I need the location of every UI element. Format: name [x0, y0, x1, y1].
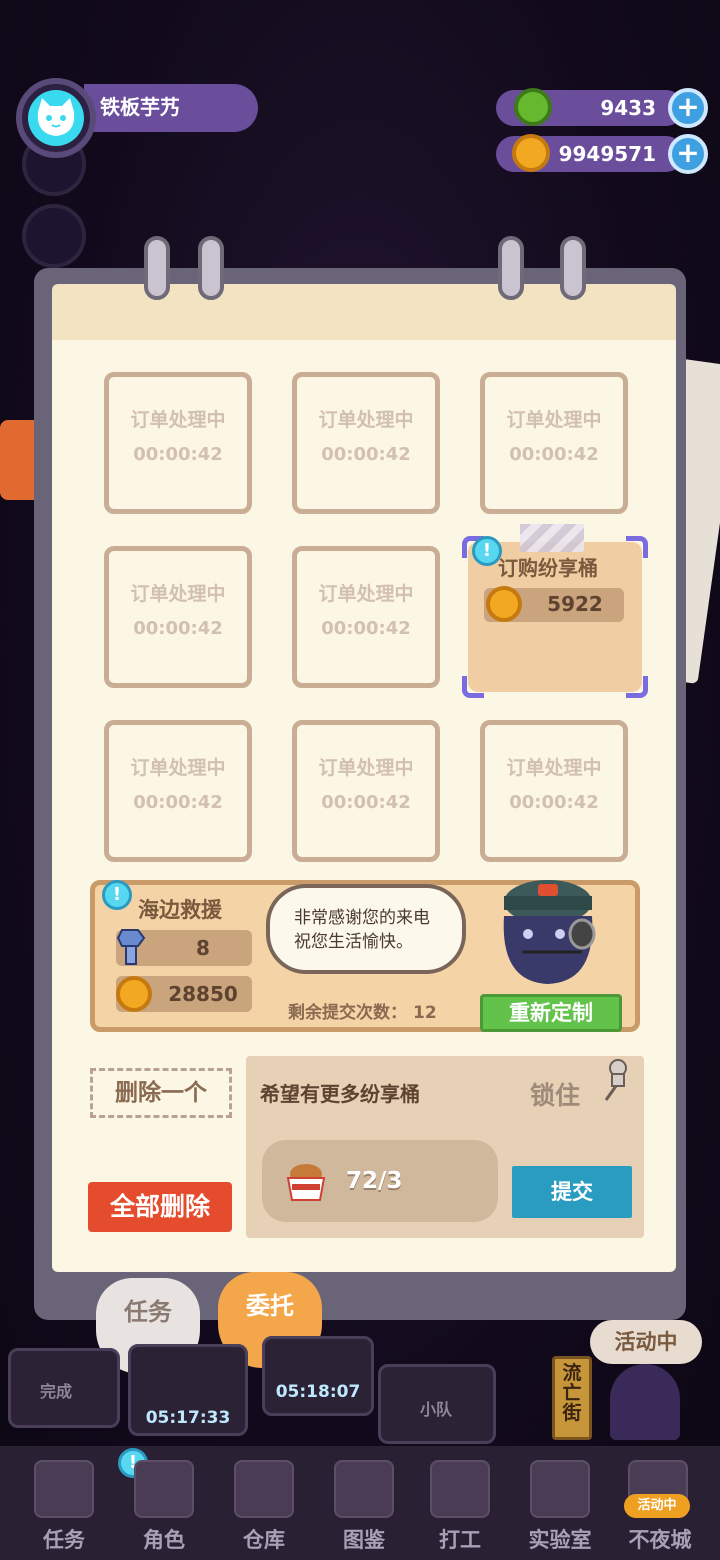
remaining-value: 12: [413, 1003, 437, 1023]
order-slot[interactable]: 订单处理中 00:00:42: [104, 720, 252, 862]
done-label: 完成: [40, 1382, 73, 1401]
team-label: 小队: [420, 1400, 453, 1419]
nav-item-warehouse[interactable]: 仓库: [214, 1524, 314, 1554]
alert-badge-icon: !: [102, 880, 132, 910]
dialog-line: 非常感谢您的来电: [294, 908, 430, 928]
nav-item-task[interactable]: 任务: [14, 1524, 114, 1554]
order-timer: 00:00:42: [321, 444, 411, 465]
tape-decoration: [520, 524, 584, 552]
chicken-bucket-icon: [282, 1160, 330, 1204]
binder-ring: [560, 236, 586, 300]
nav-item-codex[interactable]: 图鉴: [314, 1524, 414, 1554]
order-slot[interactable]: 订单处理中 00:00:42: [480, 372, 628, 514]
order-timer: 00:00:42: [509, 792, 599, 813]
request-item-count: 72/3: [346, 1168, 403, 1194]
binder-ring: [144, 236, 170, 300]
donut-icon: [514, 88, 552, 126]
order-slot[interactable]: 订单处理中 00:00:42: [104, 372, 252, 514]
planet-coin-icon: [486, 586, 522, 622]
event-badge: 活动中: [624, 1494, 690, 1518]
side-menu-button-gear[interactable]: [22, 204, 86, 268]
lock-toggle-label[interactable]: 锁住: [530, 1076, 580, 1112]
pin-icon[interactable]: [598, 1058, 632, 1102]
order-slot[interactable]: 订单处理中 00:00:42: [292, 372, 440, 514]
submit-button[interactable]: 提交: [512, 1166, 632, 1218]
recustomize-button[interactable]: 重新定制: [480, 994, 622, 1032]
order-status: 订单处理中: [318, 583, 414, 605]
room-timer: 05:18:07: [275, 1382, 361, 1402]
remaining-submissions: 剩余提交次数： 12: [288, 998, 437, 1023]
order-timer: 00:00:42: [133, 792, 223, 813]
order-status: 订单处理中: [130, 409, 226, 431]
street-sign[interactable]: 流亡街: [552, 1356, 592, 1440]
remaining-label: 剩余提交次数：: [288, 1003, 407, 1023]
event-banner[interactable]: 活动中: [590, 1320, 702, 1364]
active-order-title: 订购纷享桶: [498, 556, 598, 580]
room-timer: 05:17:33: [145, 1408, 231, 1428]
delete-all-button[interactable]: 全部删除: [88, 1182, 232, 1232]
order-timer: 00:00:42: [509, 444, 599, 465]
delete-one-button[interactable]: 删除一个: [90, 1068, 232, 1118]
planet-coin-icon: [512, 134, 550, 172]
order-timer: 00:00:42: [133, 618, 223, 639]
add-coin-button[interactable]: +: [668, 134, 708, 174]
order-slot[interactable]: 订单处理中 00:00:42: [104, 546, 252, 688]
npc-dialog-bubble: 非常感谢您的来电 祝您生活愉快。: [266, 884, 466, 974]
order-timer: 00:00:42: [321, 618, 411, 639]
order-slot[interactable]: 订单处理中 00:00:42: [292, 720, 440, 862]
character-icon[interactable]: [134, 1460, 194, 1518]
active-order-price: 5922: [547, 592, 603, 616]
planet-coin-icon: [116, 976, 152, 1012]
nav-item-work[interactable]: 打工: [410, 1524, 510, 1554]
order-timer: 00:00:42: [133, 444, 223, 465]
nav-item-lab[interactable]: 实验室: [510, 1524, 610, 1554]
lab-icon[interactable]: [530, 1460, 590, 1518]
binder-ring: [198, 236, 224, 300]
clipboard-icon[interactable]: [34, 1460, 94, 1518]
order-slot[interactable]: 订单处理中 00:00:42: [480, 720, 628, 862]
order-status: 订单处理中: [318, 409, 414, 431]
bolt-icon: [116, 926, 152, 966]
order-status: 订单处理中: [130, 757, 226, 779]
work-icon[interactable]: [430, 1460, 490, 1518]
order-status: 订单处理中: [506, 757, 602, 779]
player-name: 铁板芋艿: [84, 84, 258, 132]
order-status: 订单处理中: [506, 409, 602, 431]
operator-npc: [482, 872, 612, 992]
cat-face-icon: [37, 98, 75, 136]
scene-room-timer[interactable]: [262, 1336, 374, 1416]
coin-reward-value: 28850: [168, 982, 238, 1006]
order-slot[interactable]: 订单处理中 00:00:42: [292, 546, 440, 688]
avatar[interactable]: [28, 90, 84, 146]
bolt-reward-value: 8: [196, 936, 210, 960]
portal-icon[interactable]: [610, 1364, 680, 1440]
request-title: 希望有更多纷享桶: [260, 1082, 420, 1106]
order-status: 订单处理中: [130, 583, 226, 605]
nav-item-character[interactable]: 角色: [114, 1524, 214, 1554]
add-donut-button[interactable]: +: [668, 88, 708, 128]
nav-item-city[interactable]: 不夜城: [610, 1524, 710, 1554]
order-status: 订单处理中: [318, 757, 414, 779]
binder-ring: [498, 236, 524, 300]
dialog-line: 祝您生活愉快。: [294, 932, 413, 952]
order-timer: 00:00:42: [321, 792, 411, 813]
book-icon[interactable]: [334, 1460, 394, 1518]
rescue-title: 海边救援: [138, 898, 222, 922]
warehouse-icon[interactable]: [234, 1460, 294, 1518]
